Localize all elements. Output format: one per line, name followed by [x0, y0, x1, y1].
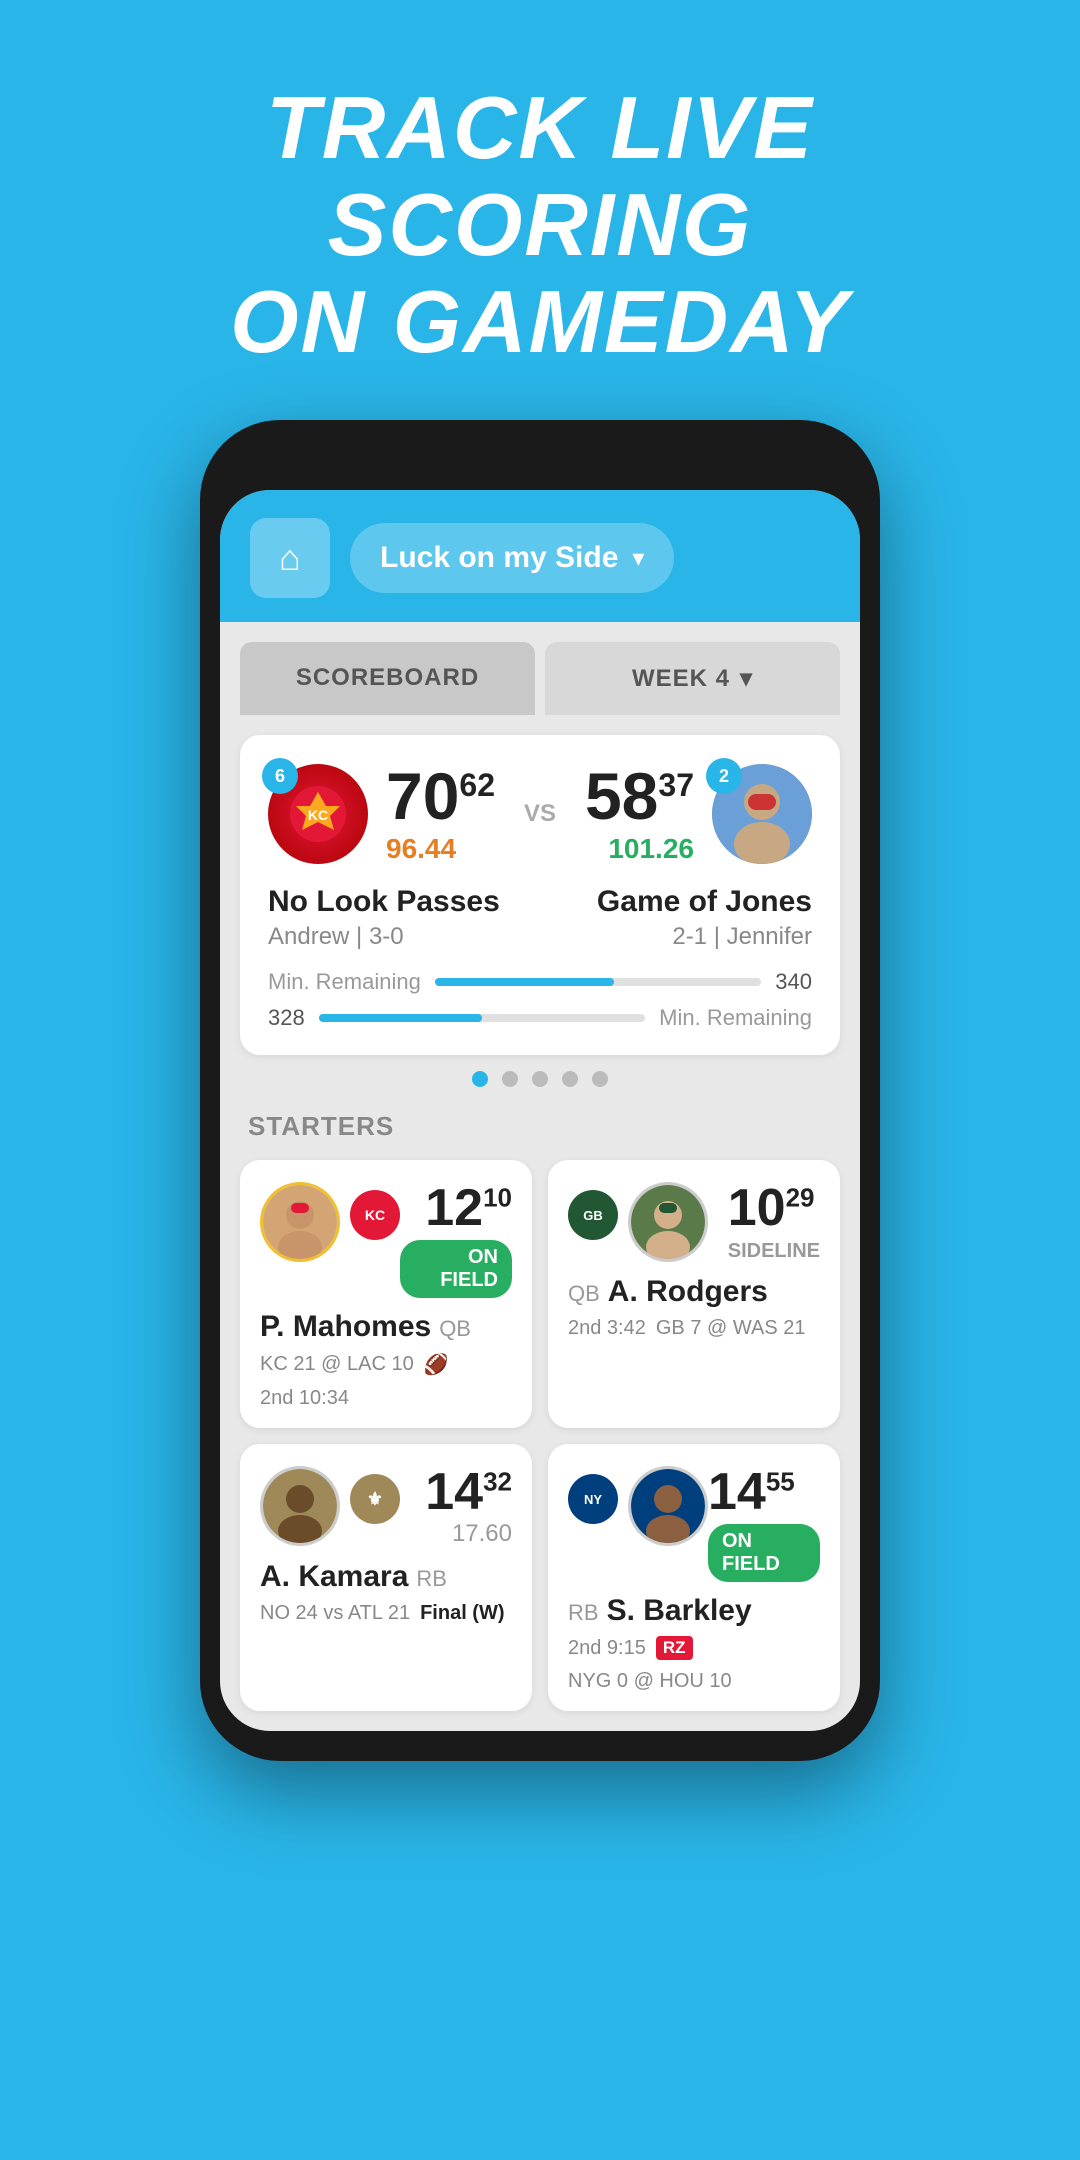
rodgers-team-logo: GB: [568, 1190, 618, 1240]
player-card-mahomes[interactable]: KC 1210 ON FIELD P. Mahomes QB KC 21 @ L…: [240, 1160, 532, 1428]
team2-name: Game of Jones: [597, 885, 812, 919]
rodgers-name-row: QB A. Rodgers: [568, 1275, 820, 1309]
team1-section: KC 6 7062 96.44: [268, 763, 495, 865]
match-scores: KC 6 7062 96.44 VS: [268, 763, 812, 865]
barkley-pos: RB: [568, 1600, 599, 1626]
hero-line2: ON GAMEDAY: [230, 272, 850, 371]
tabs-row: SCOREBOARD WEEK 4 ▾: [220, 622, 860, 715]
team2-info: Game of Jones 2-1 | Jennifer: [597, 885, 812, 951]
vs-label: VS: [524, 800, 556, 828]
phone-notch: [460, 450, 620, 480]
team1-info: No Look Passes Andrew | 3-0: [268, 885, 500, 951]
app-header: ⌂ Luck on my Side ▾: [220, 490, 860, 622]
rodgers-game-info: 2nd 3:42 GB 7 @ WAS 21: [568, 1317, 820, 1340]
home-icon: ⌂: [279, 537, 301, 579]
kamara-name: A. Kamara: [260, 1560, 408, 1594]
kamara-avatar: [260, 1466, 340, 1546]
rodgers-score: 1029 SIDELINE: [728, 1182, 820, 1263]
team1-logo-container: KC 6: [268, 764, 368, 864]
barkley-status-badge: ON FIELD: [708, 1524, 820, 1582]
tab-week[interactable]: WEEK 4 ▾: [545, 642, 840, 715]
mahomes-name-row: P. Mahomes QB: [260, 1310, 512, 1344]
chevron-down-icon: ▾: [740, 664, 753, 693]
min-remaining-label-right: Min. Remaining: [659, 1005, 812, 1031]
rodgers-avatar: [628, 1182, 708, 1262]
team-name: Luck on my Side: [380, 541, 618, 575]
mahomes-avatar: [260, 1182, 340, 1262]
tab-scoreboard[interactable]: SCOREBOARD: [240, 642, 535, 715]
phone-screen: ⌂ Luck on my Side ▾ SCOREBOARD WEEK 4 ▾: [220, 490, 860, 1731]
football-icon: 🏈: [424, 1352, 449, 1377]
barkley-team-logo: NY: [568, 1474, 618, 1524]
mahomes-game-info: KC 21 @ LAC 10 🏈 2nd 10:34: [260, 1352, 512, 1410]
phone-frame: ⌂ Luck on my Side ▾ SCOREBOARD WEEK 4 ▾: [200, 420, 880, 1761]
team1-progress-bar: [435, 978, 761, 986]
chevron-down-icon: ▾: [632, 544, 644, 573]
mahomes-pos: QB: [439, 1316, 471, 1342]
hero-title: TRACK LIVE SCORING ON GAMEDAY: [0, 0, 1080, 420]
team2-section: 2 5837 101.26: [585, 763, 812, 865]
team2-progress: 328 Min. Remaining: [268, 1005, 812, 1031]
barkley-avatar: [628, 1466, 708, 1546]
matchup-card[interactable]: KC 6 7062 96.44 VS: [240, 735, 840, 1055]
home-button[interactable]: ⌂: [250, 518, 330, 598]
team1-proj-score: 96.44: [386, 833, 495, 865]
team2-record: 2-1: [672, 923, 707, 950]
rodgers-pos: QB: [568, 1281, 600, 1307]
team2-main-score: 5837: [585, 763, 694, 829]
team2-owner: 2-1 | Jennifer: [597, 923, 812, 951]
svg-text:KC: KC: [308, 807, 328, 823]
player-cards-grid: KC 1210 ON FIELD P. Mahomes QB KC 21 @ L…: [220, 1160, 860, 1731]
team2-progress-bar: [319, 1014, 645, 1022]
rodgers-status-badge: SIDELINE: [728, 1240, 820, 1263]
kamara-game-info: NO 24 vs ATL 21 Final (W): [260, 1602, 512, 1625]
dot-5[interactable]: [592, 1071, 608, 1087]
kamara-pos: RB: [416, 1566, 447, 1592]
dot-3[interactable]: [532, 1071, 548, 1087]
hero-line1: TRACK LIVE SCORING: [266, 78, 814, 274]
kamara-team-logo: ⚜: [350, 1474, 400, 1524]
team1-main-score: 7062: [386, 763, 495, 829]
mahomes-status-badge: ON FIELD: [400, 1240, 512, 1298]
pagination-dots: [220, 1071, 860, 1087]
dot-4[interactable]: [562, 1071, 578, 1087]
barkley-name-row: RB S. Barkley: [568, 1594, 820, 1628]
team2-logo-container: 2: [712, 764, 812, 864]
mahomes-name: P. Mahomes: [260, 1310, 431, 1344]
dot-1[interactable]: [472, 1071, 488, 1087]
team2-minutes: 328: [268, 1005, 305, 1031]
rodgers-name: A. Rodgers: [608, 1275, 768, 1309]
mahomes-score: 1210 ON FIELD: [400, 1182, 512, 1298]
kamara-proj: 17.60: [425, 1520, 512, 1548]
min-remaining-label-left: Min. Remaining: [268, 969, 421, 995]
team2-proj-score: 101.26: [585, 833, 694, 865]
starters-label: STARTERS: [220, 1111, 860, 1160]
barkley-game-info: 2nd 9:15 RZ NYG 0 @ HOU 10: [568, 1636, 820, 1693]
team1-owner: Andrew | 3-0: [268, 923, 500, 951]
mahomes-team-logo: KC: [350, 1190, 400, 1240]
player-card-rodgers[interactable]: GB 1029 SIDELINE QB A. Rodgers 2nd 3:42 …: [548, 1160, 840, 1428]
team1-minutes: 340: [775, 969, 812, 995]
player-card-kamara[interactable]: ⚜ 1432 17.60 A. Kamara RB NO 24 vs ATL 2…: [240, 1444, 532, 1711]
kamara-name-row: A. Kamara RB: [260, 1560, 512, 1594]
team1-progress: Min. Remaining 340: [268, 969, 812, 995]
kamara-score: 1432 17.60: [425, 1466, 512, 1548]
dot-2[interactable]: [502, 1071, 518, 1087]
match-teams-row: No Look Passes Andrew | 3-0 Game of Jone…: [268, 885, 812, 951]
player-card-barkley[interactable]: NY 1455 ON FIELD RB S. Barkley 2nd 9:15 …: [548, 1444, 840, 1711]
team1-record: 3-0: [369, 923, 404, 950]
team-selector[interactable]: Luck on my Side ▾: [350, 523, 674, 593]
team1-name: No Look Passes: [268, 885, 500, 919]
team1-score-block: 7062 96.44: [386, 763, 495, 865]
barkley-name: S. Barkley: [607, 1594, 752, 1628]
team2-score-block: 5837 101.26: [585, 763, 694, 865]
barkley-score: 1455 ON FIELD: [708, 1466, 820, 1582]
rz-badge: RZ: [656, 1636, 693, 1660]
